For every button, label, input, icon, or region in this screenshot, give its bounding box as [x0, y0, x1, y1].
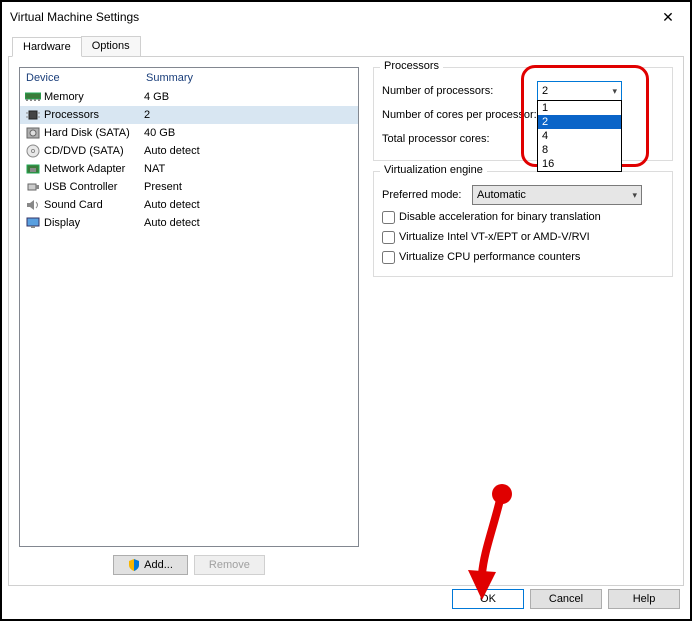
num-proc-value: 2 — [542, 85, 548, 97]
device-row-cd-dvd-sata-[interactable]: CD/DVD (SATA)Auto detect — [20, 142, 358, 160]
add-device-button[interactable]: Add... — [113, 555, 188, 575]
usb-icon — [24, 180, 42, 194]
device-list-header: Device Summary — [20, 68, 358, 88]
num-proc-option-4[interactable]: 4 — [538, 129, 621, 143]
device-name: CD/DVD (SATA) — [42, 145, 144, 157]
device-row-hard-disk-sata-[interactable]: Hard Disk (SATA)40 GB — [20, 124, 358, 142]
processors-group-title: Processors — [380, 60, 443, 72]
device-summary: 2 — [144, 109, 354, 121]
add-button-label: Add... — [144, 559, 173, 571]
device-summary: Auto detect — [144, 145, 354, 157]
device-row-network-adapter[interactable]: Network AdapterNAT — [20, 160, 358, 178]
cores-label: Number of cores per processor: — [382, 109, 537, 121]
device-name: USB Controller — [42, 181, 144, 193]
num-proc-option-2[interactable]: 2 — [538, 115, 621, 129]
display-icon — [24, 216, 42, 230]
num-proc-option-16[interactable]: 16 — [538, 157, 621, 171]
tab-hardware[interactable]: Hardware — [12, 37, 82, 57]
ok-button[interactable]: OK — [452, 589, 524, 609]
chk-vtx-label: Virtualize Intel VT-x/EPT or AMD-V/RVI — [399, 231, 590, 243]
device-name: Sound Card — [42, 199, 144, 211]
chk-vtx-row[interactable]: Virtualize Intel VT-x/EPT or AMD-V/RVI — [382, 228, 664, 246]
preferred-mode-label: Preferred mode: — [382, 189, 472, 201]
shield-icon — [128, 559, 140, 571]
device-summary: 40 GB — [144, 127, 354, 139]
device-name: Memory — [42, 91, 144, 103]
device-name: Network Adapter — [42, 163, 144, 175]
chk-disable-accel-row[interactable]: Disable acceleration for binary translat… — [382, 208, 664, 226]
cd-icon — [24, 144, 42, 158]
chk-counters-row[interactable]: Virtualize CPU performance counters — [382, 248, 664, 266]
tab-strip: Hardware Options — [12, 36, 690, 56]
chevron-down-icon: ▾ — [632, 190, 637, 201]
device-row-display[interactable]: DisplayAuto detect — [20, 214, 358, 232]
device-summary: Present — [144, 181, 354, 193]
close-icon: ✕ — [662, 9, 674, 26]
right-pane: Processors Number of processors: 2 ▾ 124… — [373, 67, 673, 575]
chk-counters-label: Virtualize CPU performance counters — [399, 251, 580, 263]
device-row-memory[interactable]: Memory4 GB — [20, 88, 358, 106]
memory-icon — [24, 90, 42, 104]
device-name: Processors — [42, 109, 144, 121]
nic-icon — [24, 162, 42, 176]
header-device: Device — [26, 72, 146, 84]
title-bar: Virtual Machine Settings ✕ — [2, 2, 690, 32]
cpu-icon — [24, 108, 42, 122]
tab-body: Device Summary Memory4 GBProcessors2Hard… — [8, 56, 684, 586]
total-cores-label: Total processor cores: — [382, 133, 537, 145]
num-proc-option-1[interactable]: 1 — [538, 101, 621, 115]
device-row-sound-card[interactable]: Sound CardAuto detect — [20, 196, 358, 214]
help-button[interactable]: Help — [608, 589, 680, 609]
header-summary: Summary — [146, 72, 193, 84]
remove-device-button: Remove — [194, 555, 265, 575]
device-list: Device Summary Memory4 GBProcessors2Hard… — [19, 67, 359, 547]
close-button[interactable]: ✕ — [646, 2, 690, 32]
device-name: Display — [42, 217, 144, 229]
device-name: Hard Disk (SATA) — [42, 127, 144, 139]
virt-group-title: Virtualization engine — [380, 164, 487, 176]
num-proc-select[interactable]: 2 ▾ 124816 — [537, 81, 622, 101]
chk-counters[interactable] — [382, 251, 395, 264]
remove-button-label: Remove — [209, 559, 250, 571]
sound-icon — [24, 198, 42, 212]
device-row-usb-controller[interactable]: USB ControllerPresent — [20, 178, 358, 196]
virtualization-group: Virtualization engine Preferred mode: Au… — [373, 171, 673, 277]
device-row-processors[interactable]: Processors2 — [20, 106, 358, 124]
hdd-icon — [24, 126, 42, 140]
preferred-mode-value: Automatic — [477, 189, 526, 201]
chevron-down-icon: ▾ — [612, 86, 617, 97]
chk-disable-accel[interactable] — [382, 211, 395, 224]
num-proc-option-8[interactable]: 8 — [538, 143, 621, 157]
chk-vtx[interactable] — [382, 231, 395, 244]
device-summary: NAT — [144, 163, 354, 175]
num-proc-label: Number of processors: — [382, 85, 537, 97]
preferred-mode-select[interactable]: Automatic ▾ — [472, 185, 642, 205]
dialog-buttons: OK Cancel Help — [452, 589, 680, 609]
device-summary: 4 GB — [144, 91, 354, 103]
device-summary: Auto detect — [144, 217, 354, 229]
left-pane: Device Summary Memory4 GBProcessors2Hard… — [19, 67, 359, 575]
num-proc-dropdown[interactable]: 124816 — [537, 100, 622, 172]
cancel-button[interactable]: Cancel — [530, 589, 602, 609]
device-summary: Auto detect — [144, 199, 354, 211]
tab-options[interactable]: Options — [81, 36, 141, 56]
processors-group: Processors Number of processors: 2 ▾ 124… — [373, 67, 673, 161]
chk-disable-accel-label: Disable acceleration for binary translat… — [399, 211, 601, 223]
window-title: Virtual Machine Settings — [10, 10, 646, 24]
